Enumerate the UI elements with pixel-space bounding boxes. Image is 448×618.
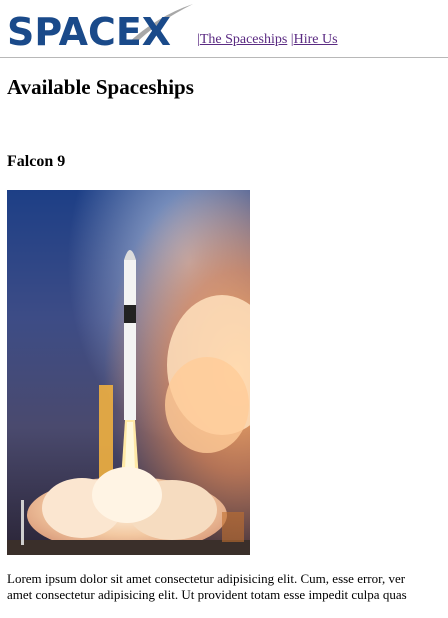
description-line: amet consectetur adipisicing elit. Ut pr…: [7, 587, 407, 602]
ship-name: Falcon 9: [7, 153, 66, 170]
nav-link-hire-us[interactable]: Hire Us: [294, 32, 338, 47]
rocket-launch-photo-icon: [7, 190, 250, 555]
spacex-logo-icon: SPACEX: [7, 4, 193, 48]
site-header: SPACEX |The Spaceships |Hire Us: [0, 0, 448, 58]
svg-text:SPACEX: SPACEX: [7, 10, 171, 48]
description-line: Lorem ipsum dolor sit amet consectetur a…: [7, 571, 406, 586]
main-nav: |The Spaceships |Hire Us: [197, 32, 338, 48]
falcon-9-launch-image: [7, 190, 250, 555]
nav-link-spaceships[interactable]: The Spaceships: [200, 32, 287, 47]
header-divider: [0, 57, 448, 58]
ship-description: Lorem ipsum dolor sit amet consectetur a…: [7, 571, 448, 603]
page-title: Available Spaceships: [7, 75, 194, 99]
